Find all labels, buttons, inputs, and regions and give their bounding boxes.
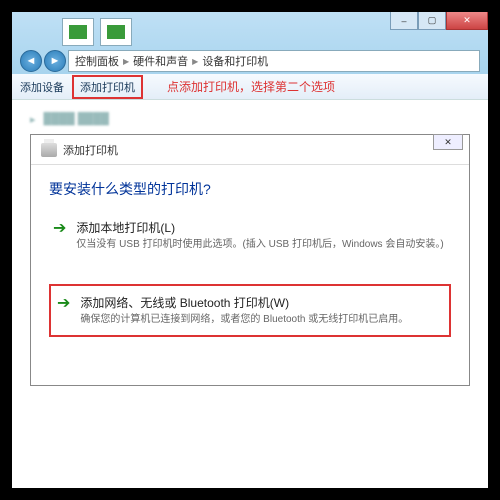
minimize-button[interactable]: – [390,12,418,30]
blurred-row: ▸████ ████ [30,110,470,128]
back-button[interactable]: ◄ [20,50,42,72]
breadcrumb-item[interactable]: 设备和打印机 [202,53,268,69]
add-device-button[interactable]: 添加设备 [20,79,64,95]
close-button[interactable]: ✕ [446,12,488,30]
header-thumbnails [62,18,132,46]
instruction-annotation: 点添加打印机，选择第二个选项 [167,78,335,95]
thumbnail [62,18,94,46]
option-title: 添加本地打印机(L) [76,219,443,236]
maximize-button[interactable]: ▢ [418,12,446,30]
option-desc: 仅当没有 USB 打印机时使用此选项。(插入 USB 打印机后，Windows … [76,238,443,252]
wizard-title-bar-text: 添加打印机 [63,142,118,158]
add-printer-button[interactable]: 添加打印机 [72,75,143,99]
chevron-right-icon: ▶ [192,57,198,66]
option-local-printer[interactable]: ➔ 添加本地打印机(L) 仅当没有 USB 打印机时使用此选项。(插入 USB … [49,215,451,256]
wizard-close-button[interactable]: ✕ [433,134,463,150]
add-printer-wizard: ✕ 添加打印机 要安装什么类型的打印机? ➔ 添加本地打印机(L) 仅当没有 U… [30,134,470,386]
window-controls: – ▢ ✕ [390,12,488,30]
toolbar: 添加设备 添加打印机 点添加打印机，选择第二个选项 [12,74,488,100]
window-titlebar: – ▢ ✕ ◄ ► 控制面板 ▶ 硬件和声音 ▶ 设备和打印机 [12,12,488,74]
forward-button[interactable]: ► [44,50,66,72]
arrow-right-icon: ➔ [53,221,66,252]
chevron-right-icon: ▶ [123,57,129,66]
breadcrumb[interactable]: 控制面板 ▶ 硬件和声音 ▶ 设备和打印机 [68,50,480,72]
option-desc: 确保您的计算机已连接到网络，或者您的 Bluetooth 或无线打印机已启用。 [80,313,408,327]
printer-icon [41,143,57,157]
option-network-printer[interactable]: ➔ 添加网络、无线或 Bluetooth 打印机(W) 确保您的计算机已连接到网… [49,284,451,337]
thumbnail [100,18,132,46]
breadcrumb-item[interactable]: 控制面板 [75,53,119,69]
breadcrumb-item[interactable]: 硬件和声音 [133,53,188,69]
wizard-heading: 要安装什么类型的打印机? [49,179,451,199]
arrow-right-icon: ➔ [57,296,70,327]
option-title: 添加网络、无线或 Bluetooth 打印机(W) [80,294,408,311]
wizard-header: 添加打印机 [31,135,469,165]
